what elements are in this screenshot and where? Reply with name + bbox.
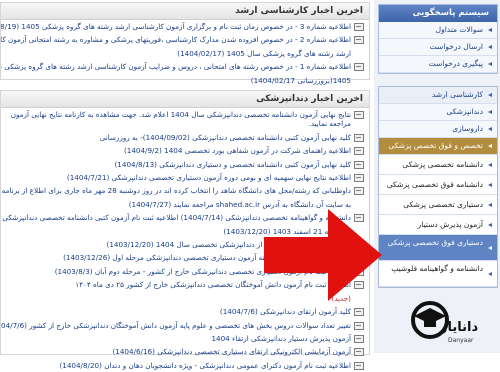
subitem-residency-admission[interactable]: آزمون پذیرش دستیار xyxy=(379,215,497,235)
news-item[interactable]: اطلاعیه ثبت نام آزمون دکترای عمومی دندان… xyxy=(1,359,369,372)
masters-news-panel: اخرین اخبار کارشناسی ارشد اطلاعیه شماره … xyxy=(0,2,370,85)
arrow-left-icon xyxy=(488,182,492,187)
arrow-left-icon xyxy=(488,245,492,250)
subitem-specialty-diploma[interactable]: دانشنامه تخصصی پزشکی xyxy=(379,155,497,175)
news-icon xyxy=(354,348,364,357)
news-item[interactable]: تغییر تعداد سوالات دروس بخش های تخصصی و … xyxy=(1,319,369,332)
news-icon xyxy=(354,334,364,343)
watermark-name: دانایار xyxy=(440,320,479,335)
panel-title: اخرین اخبار کارشناسی ارشد xyxy=(1,3,369,20)
news-icon xyxy=(354,133,364,142)
arrow-left-icon xyxy=(488,62,492,66)
news-item[interactable]: کلید نهایی آزمون کتبی دانشنامه تخصصی دند… xyxy=(1,131,369,144)
arrow-left-icon xyxy=(488,28,492,32)
news-item-cont[interactable]: 1405(بروزرسانی 1404/02/17) xyxy=(1,74,369,87)
news-icon xyxy=(354,63,364,72)
arrow-left-icon xyxy=(488,162,492,167)
arrow-left-icon xyxy=(488,93,492,97)
news-item[interactable]: کلید نهایی آزمون کتبی دانشنامه تخصصی و د… xyxy=(1,158,369,171)
support-box: سیستم پاسخگویی سوالات متداول ارسال درخوا… xyxy=(378,4,498,74)
category-specialty[interactable]: تخصص و فوق تخصص پزشکی xyxy=(379,138,497,155)
news-item[interactable]: اطلاعیه شماره 2 - در خصوص افزوده شدن مدا… xyxy=(1,33,369,46)
news-item[interactable]: اطلاعیه نتایج نهایی سهمیه ای و بومی دوره… xyxy=(1,171,369,184)
panel-title: اخرین اخبار دندانپزشکی xyxy=(1,91,369,108)
arrow-left-icon xyxy=(488,127,492,131)
support-box-title: سیستم پاسخگویی xyxy=(379,5,497,22)
arrow-left-icon xyxy=(488,110,492,114)
news-item[interactable]: آزمون پذیرش دستیار دندانپزشکی ارتقاء 140… xyxy=(1,332,369,345)
news-icon xyxy=(354,147,364,156)
subitem-subspecialty-residency[interactable]: دستیاری فوق تخصصی پزشکی xyxy=(379,235,497,261)
news-icon xyxy=(354,174,364,183)
news-item[interactable]: آزمون آزمایشی الکترونیکی ارتقای دستیاری … xyxy=(1,345,369,358)
news-icon xyxy=(354,23,364,31)
arrow-left-icon xyxy=(488,271,492,276)
arrow-left-icon xyxy=(488,144,492,148)
news-item[interactable]: اطلاعیه شماره 1 - در خصوص رشته های امتحا… xyxy=(1,60,369,73)
news-icon xyxy=(354,308,364,317)
news-item[interactable]: نتایج نهایی آزمون دانشنامه تخصصی دندانپز… xyxy=(1,108,369,131)
subitem-subspecialty-diploma[interactable]: دانشنامه فوق تخصصی پزشکی xyxy=(379,175,497,195)
news-item[interactable]: اطلاعیه شماره 3 - در خصوص زمان ثبت نام و… xyxy=(1,20,369,33)
pointer-arrow-icon xyxy=(264,209,382,301)
news-icon xyxy=(354,111,364,119)
news-icon xyxy=(354,36,364,45)
subitem-specialty-residency[interactable]: دستیاری تخصصی پزشکی xyxy=(379,195,497,215)
news-icon xyxy=(354,321,364,330)
category-masters[interactable]: کارشناسی ارشد xyxy=(379,87,497,104)
category-dentistry[interactable]: دندانپزشکی xyxy=(379,104,497,121)
arrow-left-icon xyxy=(488,222,492,227)
arrow-left-icon xyxy=(488,202,492,207)
news-item[interactable]: اطلاعیه راهنمای شرکت در آزمون شفاهی بورد… xyxy=(1,144,369,157)
category-pharmacy[interactable]: داروسازی xyxy=(379,121,497,138)
news-item-cont[interactable]: ارشد رشته های گروه پزشکی سال 1405 (1404/… xyxy=(1,47,369,60)
watermark-latin: Danyaar xyxy=(448,337,474,344)
news-icon xyxy=(354,160,364,169)
news-icon xyxy=(354,187,364,196)
news-item[interactable]: کلید آزمون ارتقای دندانپزشکی (1404/7/6) xyxy=(1,305,369,318)
sidebar-item-faq[interactable]: سوالات متداول xyxy=(379,22,497,39)
sidebar-item-track-request[interactable]: پیگیری درخواست xyxy=(379,56,497,73)
exams-menu: کارشناسی ارشد دندانپزشکی داروسازی تخصص و… xyxy=(378,86,498,288)
news-item[interactable]: داوطلبانی که رشته/محل های دانشگاه شاهد ر… xyxy=(1,184,369,197)
subitem-fellowship[interactable]: دانشنامه و گواهینامه فلوشیپ xyxy=(379,261,497,287)
arrow-left-icon xyxy=(488,45,492,49)
news-icon xyxy=(354,361,364,370)
page: اخرین اخبار کارشناسی ارشد اطلاعیه شماره … xyxy=(0,0,500,370)
sidebar-item-send-request[interactable]: ارسال درخواست xyxy=(379,39,497,56)
